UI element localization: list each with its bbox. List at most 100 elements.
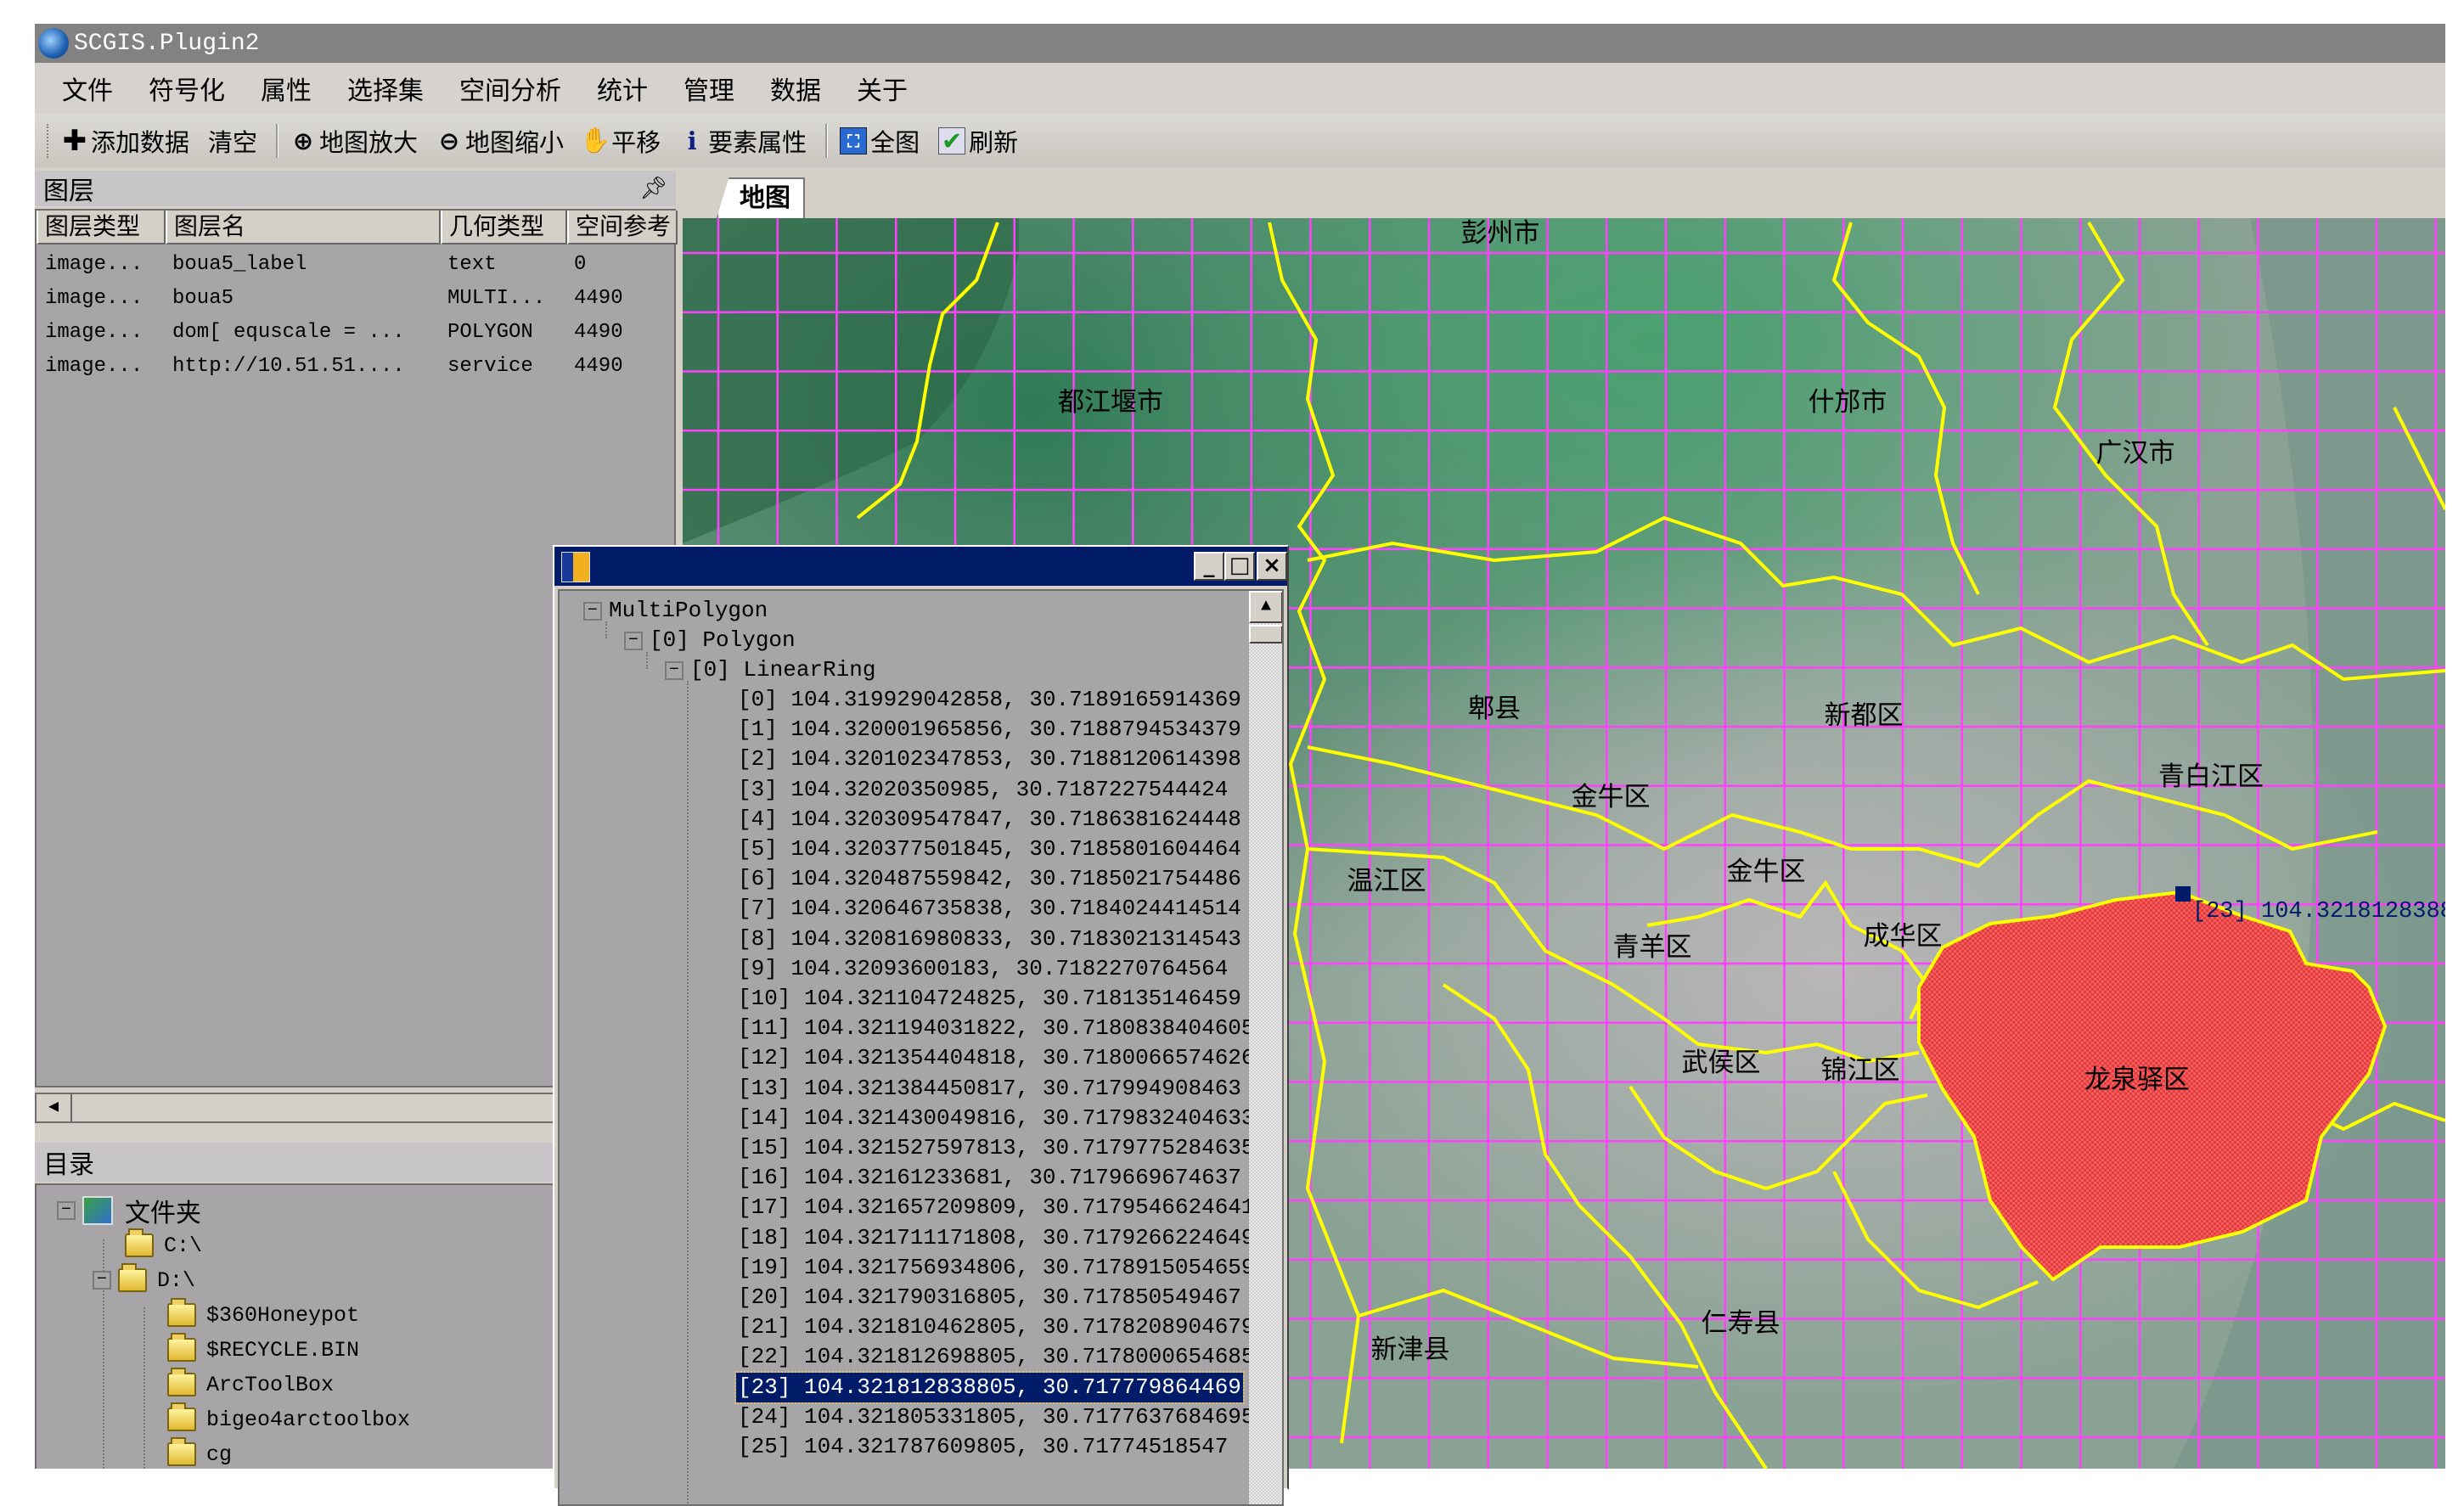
tree-node-drive-d[interactable]: − D:\ [93,1263,195,1297]
vertex-item[interactable]: [13] 104.321384450817, 30.717994908463 [738,1074,1241,1104]
globe-app-icon [38,28,69,59]
full-extent-label: 全图 [870,127,920,157]
computer-icon [82,1196,113,1225]
dialog-title-bar[interactable]: _ □ × [554,547,1287,586]
menu-item[interactable]: 空间分析 [459,70,561,107]
vertex-item[interactable]: [4] 104.320309547847, 30.7186381624448 [738,805,1241,834]
place-label: 锦江区 [1821,1055,1900,1086]
full-extent-icon: ⛶ [840,126,868,155]
layer-row[interactable]: image... boua5_label text 0 [37,248,673,282]
menu-item[interactable]: 管理 [684,70,734,107]
tree-node-multipolygon[interactable]: − MultiPolygon [583,596,768,626]
tree-node-label: ArcToolBox [206,1372,335,1397]
zoom-out-button[interactable]: ⊖ 地图缩小 [436,123,564,159]
vertex-item[interactable]: [12] 104.321354404818, 30.7180066574626 [738,1043,1255,1073]
vertex-item[interactable]: [21] 104.321810462805, 30.7178208904679 [738,1312,1255,1342]
tree-node-folder[interactable]: bigeo4arctoolbox [167,1402,410,1436]
layer-row[interactable]: image... boua5 MULTI... 4490 [37,282,673,316]
collapse-icon[interactable]: − [665,660,684,680]
menu-item[interactable]: 符号化 [149,70,225,107]
place-label: 彭州市 [1461,218,1540,249]
vertex-item[interactable]: [10] 104.321104724825, 30.718135146459 [738,984,1241,1014]
tree-node-linearring[interactable]: − [0] LinearRing [665,655,875,685]
vertex-item[interactable]: [6] 104.320487559842, 30.7185021754486 [738,864,1241,894]
scrollbar-thumb[interactable] [1249,625,1282,643]
tree-node-folder[interactable]: $360Honeypot [167,1298,359,1332]
layer-row[interactable]: image... dom[ equscale = ... POLYGON 4490 [37,316,673,350]
add-data-button[interactable]: ✚ 添加数据 [62,123,189,159]
collapse-icon[interactable]: − [624,631,643,650]
add-data-label: 添加数据 [91,127,190,157]
vertex-item[interactable]: [14] 104.321430049816, 30.7179832404633 [738,1104,1255,1133]
vertex-item[interactable]: [8] 104.320816980833, 30.7183021314543 [738,924,1241,954]
place-label: 青羊区 [1613,932,1692,963]
vertical-scrollbar[interactable]: ▲ [1249,591,1282,1504]
vertex-item[interactable]: [18] 104.321711171808, 30.7179266224649 [738,1223,1255,1253]
full-extent-button[interactable]: ⛶ 全图 [840,123,920,159]
scroll-left-arrow-icon[interactable]: ◀ [37,1094,72,1121]
vertex-item[interactable]: [22] 104.321812698805, 30.7178000654685 [738,1342,1255,1372]
layer-cell: dom[ equscale = ... [172,321,405,344]
pan-button[interactable]: ✋ 平移 [580,123,661,159]
tree-node-folders-root[interactable]: − 文件夹 [57,1194,201,1228]
refresh-icon: ✔ [938,126,966,155]
folder-icon [125,1228,154,1257]
tree-node-folder[interactable]: cg [167,1437,232,1469]
folder-icon [167,1298,196,1327]
column-header-layer-name[interactable]: 图层名 [166,211,441,244]
vertex-item[interactable]: [3] 104.32020350985, 30.7187227544424 [738,775,1228,805]
folder-icon [167,1368,196,1396]
vertex-item[interactable]: [20] 104.321790316805, 30.717850549467 [738,1283,1241,1312]
menu-item[interactable]: 数据 [770,70,821,107]
pin-icon[interactable]: 📌︎ [639,176,667,201]
layer-cell: boua5_label [172,253,307,276]
folder-icon [118,1263,147,1292]
vertex-item[interactable]: [5] 104.320377501845, 30.7185801604464 [738,834,1241,864]
vertex-item[interactable]: [16] 104.32161233681, 30.7179669674637 [738,1163,1241,1193]
vertex-item[interactable]: [11] 104.321194031822, 30.7180838404605 [738,1014,1255,1043]
collapse-icon[interactable]: − [57,1201,76,1220]
tree-node-folder[interactable]: ArcToolBox [167,1368,334,1402]
zoom-in-button[interactable]: ⊕ 地图放大 [290,123,418,159]
vertex-item[interactable]: [2] 104.320102347853, 30.7188120614398 [738,745,1241,774]
zoom-out-icon: ⊖ [438,126,460,155]
vertex-item[interactable]: [7] 104.320646735838, 30.7184024414514 [738,894,1241,924]
menu-item[interactable]: 选择集 [347,70,424,107]
vertex-item[interactable]: [19] 104.321756934806, 30.7178915054659 [738,1253,1255,1283]
identify-button[interactable]: i 要素属性 [679,123,807,159]
tree-node-polygon[interactable]: − [0] Polygon [624,626,796,655]
vertex-item[interactable]: [9] 104.32093600183, 30.7182270764564 [738,954,1228,984]
menu-item[interactable]: 关于 [857,70,908,107]
collapse-icon[interactable]: − [583,601,602,621]
menu-item[interactable]: 文件 [62,70,113,107]
scroll-up-arrow-icon[interactable]: ▲ [1249,591,1282,623]
tree-node-folder[interactable]: $RECYCLE.BIN [167,1333,359,1367]
tab-map[interactable]: 地图 [717,177,805,218]
vertex-item[interactable]: [1] 104.320001965856, 30.7188794534379 [738,715,1241,745]
minimize-button[interactable]: _ [1194,552,1224,581]
column-header-layer-type[interactable]: 图层类型 [37,211,166,244]
layer-cell: MULTI... [447,287,546,310]
layers-panel-header: 图层 📌︎ [35,171,676,206]
refresh-button[interactable]: ✔ 刷新 [938,123,1018,159]
tree-node-drive-c[interactable]: C:\ [125,1228,202,1262]
selected-vertex-marker [2175,886,2191,902]
place-label: 龙泉驿区 [2084,1065,2190,1095]
menu-item[interactable]: 属性 [261,70,312,107]
clear-button[interactable]: 清空 [208,123,257,159]
layer-row[interactable]: image... http://10.51.51.... service 4490 [37,350,673,384]
vertex-item[interactable]: [24] 104.321805331805, 30.7177637684695 [738,1402,1255,1432]
maximize-button[interactable]: □ [1224,552,1255,581]
tree-node-label: [0] Polygon [650,627,796,653]
toolbar-grip[interactable] [47,123,52,158]
menu-item[interactable]: 统计 [597,70,648,107]
column-header-spatial-ref[interactable]: 空间参考 [567,211,678,244]
vertex-item[interactable]: [25] 104.321787609805, 30.71774518547 [738,1432,1228,1462]
vertex-item-selected[interactable]: [23] 104.321812838805, 30.717779864469 [734,1370,1245,1404]
vertex-item[interactable]: [15] 104.321527597813, 30.7179775284635 [738,1133,1255,1163]
collapse-icon[interactable]: − [93,1271,111,1290]
vertex-item[interactable]: [0] 104.319929042858, 30.7189165914369 [738,685,1241,715]
column-header-geometry-type[interactable]: 几何类型 [441,211,567,244]
vertex-item[interactable]: [17] 104.321657209809, 30.7179546624641 [738,1193,1255,1222]
close-button[interactable]: × [1257,552,1287,581]
